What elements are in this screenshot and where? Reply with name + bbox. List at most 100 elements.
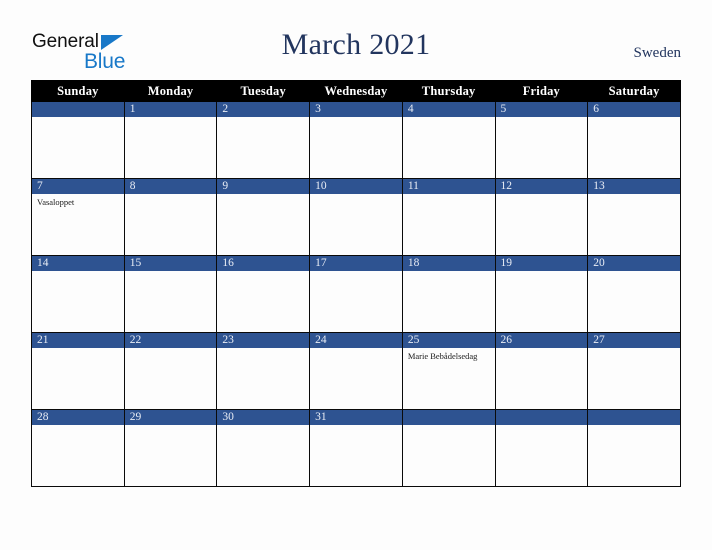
calendar-day-cell[interactable]: 21 bbox=[31, 332, 125, 410]
calendar-day-cell[interactable]: 26 bbox=[494, 332, 589, 410]
day-number: 15 bbox=[124, 256, 217, 271]
day-number: 24 bbox=[310, 333, 402, 348]
day-number: 2 bbox=[217, 102, 310, 117]
day-number: 26 bbox=[495, 333, 588, 348]
day-number: 9 bbox=[217, 179, 310, 194]
calendar-day-cell[interactable] bbox=[494, 409, 589, 487]
calendar-day-cell[interactable]: 27 bbox=[587, 332, 681, 410]
calendar-day-cell[interactable]: 20 bbox=[587, 255, 681, 333]
calendar-week-row: 14 15 16 17 18 19 20 bbox=[31, 255, 681, 333]
day-number: 29 bbox=[124, 410, 217, 425]
calendar-day-cell[interactable] bbox=[401, 409, 496, 487]
day-number: 21 bbox=[32, 333, 124, 348]
weekday-header-thursday: Thursday bbox=[401, 80, 496, 102]
day-number: 12 bbox=[495, 179, 588, 194]
calendar-page: General Blue March 2021 Sweden Sunday Mo… bbox=[0, 0, 712, 550]
weekday-header-wednesday: Wednesday bbox=[309, 80, 403, 102]
day-cell-content: 16 bbox=[217, 256, 310, 332]
day-cell-content: 1 bbox=[124, 102, 217, 178]
day-cell-content: 10 bbox=[310, 179, 402, 255]
calendar-day-cell[interactable]: 24 bbox=[309, 332, 403, 410]
calendar-day-cell[interactable]: 22 bbox=[123, 332, 218, 410]
day-cell-content: 13 bbox=[588, 179, 680, 255]
day-cell-content: 7 Vasaloppet bbox=[32, 179, 124, 255]
day-cell-content: 19 bbox=[495, 256, 588, 332]
weekday-header-monday: Monday bbox=[123, 80, 218, 102]
calendar-day-cell[interactable]: 3 bbox=[309, 101, 403, 179]
day-cell-content: 31 bbox=[310, 410, 402, 486]
calendar-day-cell[interactable]: 15 bbox=[123, 255, 218, 333]
calendar-day-cell[interactable]: 6 bbox=[587, 101, 681, 179]
calendar-day-cell[interactable]: 4 bbox=[401, 101, 496, 179]
weekday-header-saturday: Saturday bbox=[587, 80, 681, 102]
event-label: Marie Bebådelsedag bbox=[407, 351, 478, 361]
day-cell-content: 4 bbox=[402, 102, 495, 178]
day-number: 31 bbox=[310, 410, 402, 425]
calendar-header-row: Sunday Monday Tuesday Wednesday Thursday… bbox=[31, 80, 681, 102]
day-cell-content: 24 bbox=[310, 333, 402, 409]
day-cell-content bbox=[32, 102, 124, 178]
day-cell-content: 5 bbox=[495, 102, 588, 178]
day-number: 25 bbox=[402, 333, 495, 348]
calendar-day-cell[interactable] bbox=[587, 409, 681, 487]
day-cell-content: 3 bbox=[310, 102, 402, 178]
calendar-week-row: 28 29 30 31 bbox=[31, 409, 681, 487]
calendar-day-cell[interactable]: 17 bbox=[309, 255, 403, 333]
calendar-day-cell[interactable]: 8 bbox=[123, 178, 218, 256]
weekday-header-row: Sunday Monday Tuesday Wednesday Thursday… bbox=[31, 80, 681, 102]
day-cell-content: 15 bbox=[124, 256, 217, 332]
day-number: 27 bbox=[588, 333, 680, 348]
day-number: 18 bbox=[402, 256, 495, 271]
calendar-day-cell[interactable]: 11 bbox=[401, 178, 496, 256]
day-cell-content: 12 bbox=[495, 179, 588, 255]
calendar-body: 1 2 3 4 5 6 7 Vasaloppet 8 9 10 11 12 13 14 15 16 17 18 19 2… bbox=[31, 101, 681, 487]
calendar-day-cell[interactable]: 2 bbox=[216, 101, 311, 179]
calendar-day-cell[interactable] bbox=[31, 101, 125, 179]
calendar-day-cell[interactable]: 9 bbox=[216, 178, 311, 256]
day-cell-content: 18 bbox=[402, 256, 495, 332]
calendar-day-cell[interactable]: 10 bbox=[309, 178, 403, 256]
day-number bbox=[402, 410, 495, 425]
day-number: 5 bbox=[495, 102, 588, 117]
calendar-day-cell[interactable]: 12 bbox=[494, 178, 589, 256]
day-cell-content: 6 bbox=[588, 102, 680, 178]
day-cell-content: 23 bbox=[217, 333, 310, 409]
calendar-day-cell[interactable]: 18 bbox=[401, 255, 496, 333]
day-cell-content: 29 bbox=[124, 410, 217, 486]
calendar-day-cell[interactable]: 28 bbox=[31, 409, 125, 487]
calendar-day-cell[interactable]: 7 Vasaloppet bbox=[31, 178, 125, 256]
day-cell-content: 11 bbox=[402, 179, 495, 255]
calendar-day-cell[interactable]: 25 Marie Bebådelsedag bbox=[401, 332, 496, 410]
day-number: 14 bbox=[32, 256, 124, 271]
calendar-day-cell[interactable]: 29 bbox=[123, 409, 218, 487]
calendar-week-row: 21 22 23 24 25 Marie Bebådelsedag 26 27 bbox=[31, 332, 681, 410]
day-number: 17 bbox=[310, 256, 402, 271]
calendar-day-cell[interactable]: 16 bbox=[216, 255, 311, 333]
day-cell-content: 8 bbox=[124, 179, 217, 255]
calendar-day-cell[interactable]: 1 bbox=[123, 101, 218, 179]
day-number: 10 bbox=[310, 179, 402, 194]
day-number: 22 bbox=[124, 333, 217, 348]
day-number: 16 bbox=[217, 256, 310, 271]
day-cell-content: 22 bbox=[124, 333, 217, 409]
day-cell-content: 20 bbox=[588, 256, 680, 332]
day-number bbox=[32, 102, 124, 117]
page-header: General Blue March 2021 Sweden bbox=[0, 0, 712, 80]
day-cell-content bbox=[402, 410, 495, 486]
calendar-day-cell[interactable]: 23 bbox=[216, 332, 311, 410]
calendar-day-cell[interactable]: 5 bbox=[494, 101, 589, 179]
day-number: 6 bbox=[588, 102, 680, 117]
day-number: 13 bbox=[588, 179, 680, 194]
day-number: 4 bbox=[402, 102, 495, 117]
day-cell-content: 9 bbox=[217, 179, 310, 255]
day-cell-content bbox=[495, 410, 588, 486]
calendar-day-cell[interactable]: 30 bbox=[216, 409, 311, 487]
calendar-week-row: 123456 bbox=[31, 101, 681, 179]
calendar-day-cell[interactable]: 14 bbox=[31, 255, 125, 333]
calendar-grid: Sunday Monday Tuesday Wednesday Thursday… bbox=[31, 80, 681, 487]
calendar-day-cell[interactable]: 13 bbox=[587, 178, 681, 256]
calendar-day-cell[interactable]: 19 bbox=[494, 255, 589, 333]
calendar-day-cell[interactable]: 31 bbox=[309, 409, 403, 487]
day-events: Vasaloppet bbox=[32, 194, 124, 208]
day-cell-content: 14 bbox=[32, 256, 124, 332]
